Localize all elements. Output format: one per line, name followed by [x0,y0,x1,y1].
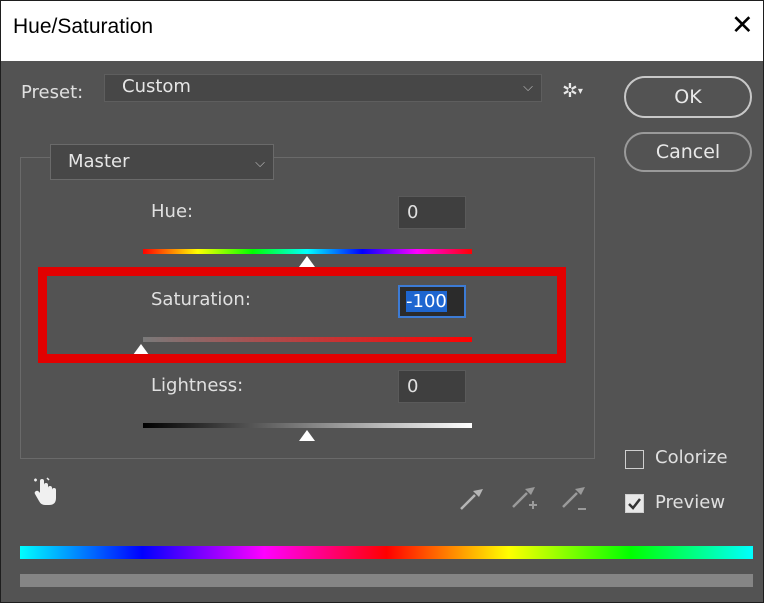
preview-label: Preview [655,492,726,513]
channel-value: Master [68,151,130,172]
hue-label: Hue: [151,201,194,222]
ok-button[interactable]: OK [624,76,752,118]
preview-checkbox[interactable] [625,494,644,513]
saturation-value: -100 [406,291,447,312]
eyedropper-plus-icon[interactable] [509,483,539,517]
saturation-label: Saturation: [151,289,251,310]
chevron-down-icon: ⌵ [255,156,265,171]
preset-value: Custom [122,76,191,97]
colorize-checkbox[interactable] [625,450,644,469]
preset-select[interactable]: Custom ⌵ [104,74,542,102]
hue-slider-thumb[interactable] [299,256,315,267]
preset-label: Preset: [21,82,84,103]
eyedropper-minus-icon[interactable] [559,483,589,517]
input-color-bar [20,546,753,559]
colorize-label: Colorize [655,447,728,468]
lightness-slider-track[interactable] [143,423,472,428]
hue-slider-track[interactable] [143,249,472,254]
eyedropper-icon[interactable] [457,483,487,517]
hue-saturation-dialog: Hue/Saturation ✕ Preset: Custom ⌵ ✲▾ OK … [0,0,764,603]
channel-select[interactable]: Master ⌵ [50,144,274,180]
gear-icon[interactable]: ✲▾ [562,80,583,102]
hue-input[interactable]: 0 [398,196,466,229]
lightness-input[interactable]: 0 [398,370,466,403]
output-color-bar [20,574,753,587]
checkmark-icon [628,498,641,510]
lightness-slider-thumb[interactable] [299,430,315,441]
title-bar: Hue/Saturation ✕ [1,1,763,61]
lightness-label: Lightness: [151,375,244,396]
saturation-input[interactable]: -100 [398,285,466,318]
cancel-button[interactable]: Cancel [624,132,752,172]
dialog-title: Hue/Saturation [13,15,154,38]
saturation-slider-thumb[interactable] [133,344,149,355]
saturation-slider-track[interactable] [143,337,472,342]
targeted-adjustment-hand-icon[interactable] [32,477,58,511]
adjustment-panel [20,157,595,459]
chevron-down-icon: ⌵ [523,80,533,95]
close-icon[interactable]: ✕ [731,11,754,41]
